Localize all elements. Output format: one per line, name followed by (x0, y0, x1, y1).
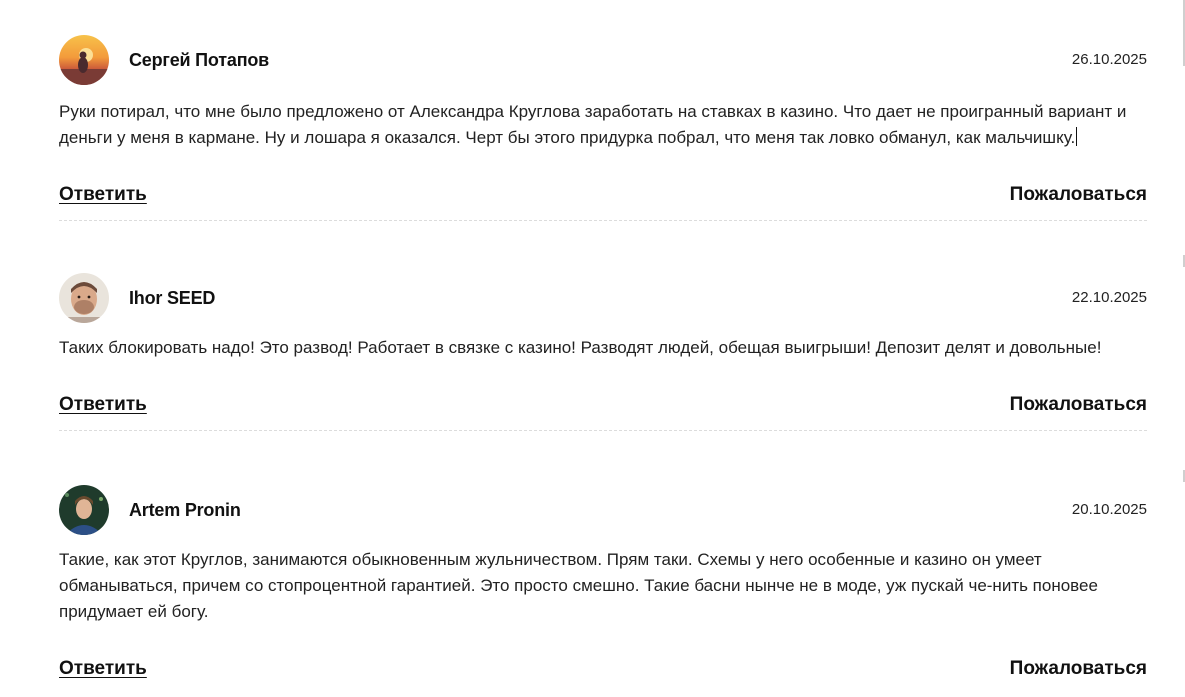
comment-item: Artem Pronin 20.10.2025 Такие, как этот … (59, 485, 1147, 688)
comment-text: Таких блокировать надо! Это развод! Рабо… (59, 338, 1102, 357)
comment-date: 26.10.2025 (1071, 51, 1147, 68)
comment-header: Ihor SEED 22.10.2025 (59, 273, 1147, 325)
comment-actions: Ответить Пожаловаться (59, 184, 1147, 214)
comment-text: Такие, как этот Круглов, занимаются обык… (59, 550, 1098, 621)
comment-author: Сергей Потапов (129, 50, 270, 70)
report-link[interactable]: Пожаловаться (1010, 394, 1147, 416)
comment-actions: Ответить Пожаловаться (59, 658, 1147, 688)
comment-actions: Ответить Пожаловаться (59, 394, 1147, 424)
comment-text: Руки потирал, что мне было предложено от… (59, 102, 1127, 147)
comment-author: Ihor SEED (129, 288, 216, 308)
text-cursor (1076, 127, 1078, 146)
comment-header: Artem Pronin 20.10.2025 (59, 485, 1147, 537)
comment-date: 20.10.2025 (1071, 501, 1147, 518)
comments-page: Сергей Потапов 26.10.2025 Руки потирал, … (0, 0, 1185, 697)
reply-link[interactable]: Ответить (59, 184, 147, 206)
reply-link[interactable]: Ответить (59, 658, 147, 680)
scrollbar-track[interactable] (1181, 0, 1185, 697)
report-link[interactable]: Пожаловаться (1010, 658, 1147, 680)
comment-divider (59, 220, 1147, 221)
avatar (59, 485, 109, 535)
comment-author: Artem Pronin (129, 500, 241, 520)
comment-text-wrap: Руки потирал, что мне было предложено от… (59, 99, 1147, 151)
comment-divider (59, 430, 1147, 431)
comment-item: Сергей Потапов 26.10.2025 Руки потирал, … (59, 35, 1147, 221)
reply-link[interactable]: Ответить (59, 394, 147, 416)
report-link[interactable]: Пожаловаться (1010, 184, 1147, 206)
comment-header: Сергей Потапов 26.10.2025 (59, 35, 1147, 87)
avatar (59, 35, 109, 85)
comment-date: 22.10.2025 (1071, 289, 1147, 306)
avatar (59, 273, 109, 323)
comment-item: Ihor SEED 22.10.2025 Таких блокировать н… (59, 273, 1147, 431)
